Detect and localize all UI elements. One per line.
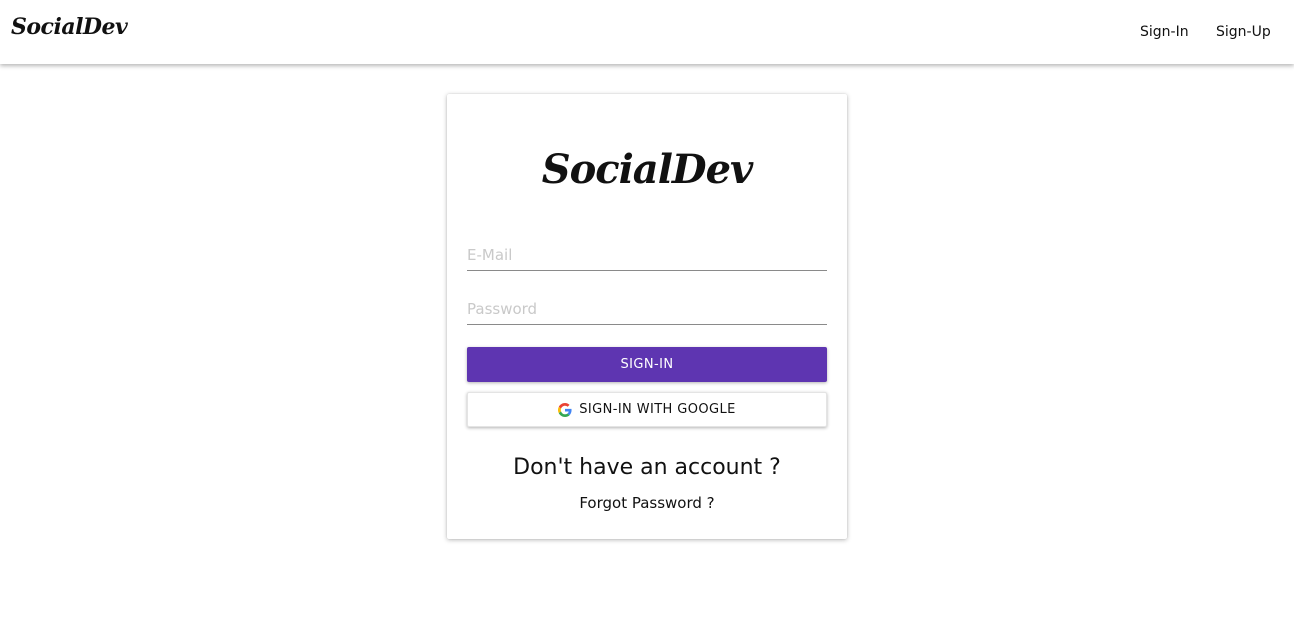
login-card: SocialDev SIGN-IN SIGN-IN WITH GOOGLE Do… [447,94,847,539]
nav-sign-in-link[interactable]: Sign-In [1140,24,1189,40]
email-field [467,235,827,271]
sign-in-button-label: SIGN-IN [620,357,674,372]
password-field [467,289,827,325]
no-account-text: Don't have an account ? [513,455,781,480]
card-logo: SocialDev [541,146,754,193]
email-input[interactable] [467,235,827,270]
google-sign-in-label: SIGN-IN WITH GOOGLE [579,402,736,417]
forgot-password-link[interactable]: Forgot Password ? [447,494,847,512]
password-input[interactable] [467,289,827,324]
nav-sign-up-link[interactable]: Sign-Up [1216,24,1271,40]
google-icon [558,402,572,417]
navbar: SocialDev Sign-In Sign-Up [0,0,1294,64]
google-sign-in-button[interactable]: SIGN-IN WITH GOOGLE [467,392,827,427]
brand-logo[interactable]: SocialDev [11,14,128,40]
sign-in-button[interactable]: SIGN-IN [467,347,827,382]
